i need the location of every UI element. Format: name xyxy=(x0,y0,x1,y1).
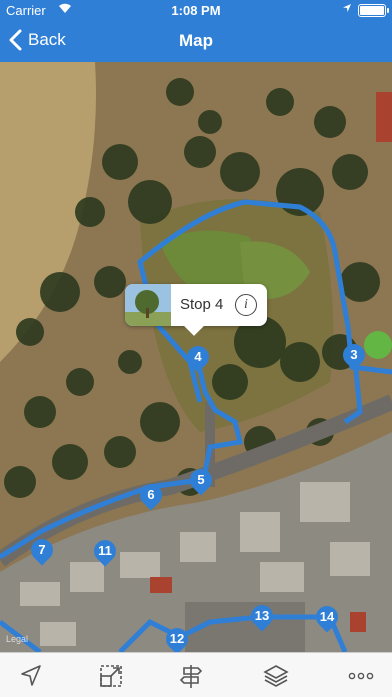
map-view[interactable]: Stop 4 i 3 4 5 6 7 11 12 13 14 Legal xyxy=(0,62,392,652)
route-marker[interactable]: 5 xyxy=(185,464,217,497)
marker-number: 6 xyxy=(147,487,155,502)
info-button[interactable]: i xyxy=(235,294,257,316)
route-marker[interactable]: 7 xyxy=(26,534,58,567)
route-marker[interactable]: 6 xyxy=(135,479,167,512)
more-icon[interactable] xyxy=(348,663,374,689)
bottom-toolbar xyxy=(0,652,392,697)
marker-number: 7 xyxy=(38,542,46,557)
marker-number: 3 xyxy=(350,347,358,362)
route-marker[interactable]: 4 xyxy=(182,341,214,374)
route-marker[interactable]: 12 xyxy=(161,623,193,652)
stop-label: Stop 4 xyxy=(180,296,224,313)
route-marker[interactable]: 14 xyxy=(311,601,343,634)
battery-icon xyxy=(358,4,389,17)
location-services-icon xyxy=(342,3,352,16)
route-marker[interactable]: 13 xyxy=(246,600,278,633)
marker-number: 13 xyxy=(254,608,270,623)
marker-number: 5 xyxy=(197,472,205,487)
status-bar: Carrier 1:08 PM xyxy=(0,0,392,20)
page-title: Map xyxy=(179,31,213,50)
route-marker[interactable]: 3 xyxy=(338,339,370,372)
signpost-icon[interactable] xyxy=(178,663,204,689)
location-arrow-icon[interactable] xyxy=(18,663,44,689)
legal-link[interactable]: Legal xyxy=(6,634,28,644)
stop-thumbnail xyxy=(125,284,171,326)
marker-number: 12 xyxy=(169,631,185,646)
status-time: 1:08 PM xyxy=(171,3,221,18)
stop-callout[interactable]: Stop 4 i xyxy=(125,284,267,326)
resize-expand-icon[interactable] xyxy=(98,663,124,689)
marker-number: 4 xyxy=(194,349,202,364)
layers-icon[interactable] xyxy=(263,663,289,689)
navigation-bar: Back Map xyxy=(0,20,392,62)
route-marker[interactable]: 11 xyxy=(89,535,121,568)
marker-number: 11 xyxy=(98,543,112,558)
marker-number: 14 xyxy=(319,609,335,624)
